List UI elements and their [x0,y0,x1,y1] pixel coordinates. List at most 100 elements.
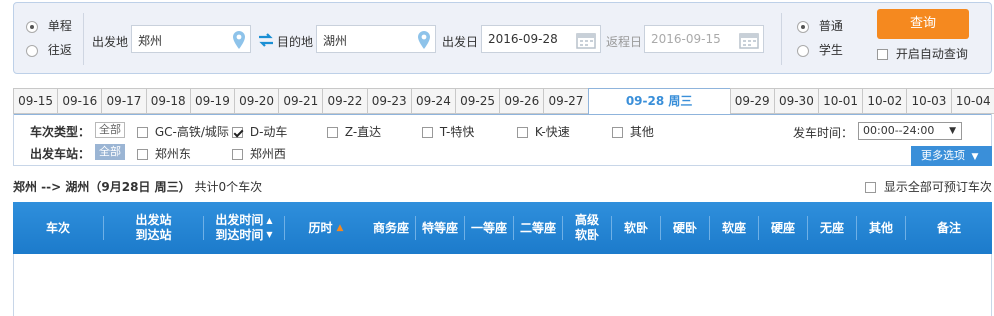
swap-icon[interactable] [258,33,274,47]
one-way-radio-dot[interactable] [26,20,38,33]
gc-checkbox[interactable] [137,127,148,138]
col-business: 商务座 [367,202,415,254]
col-duration-label: 历时 [308,220,333,235]
auto-query-checkbox[interactable] [877,49,888,60]
t-checkbox[interactable] [422,127,433,138]
train-type-gc[interactable]: GC-高铁/城际 [137,123,229,140]
sort-arrows-icon[interactable]: ▲ ▼ [266,214,272,242]
auto-query-option[interactable]: 开启自动查询 [877,45,968,62]
col-train: 车次 [13,202,103,254]
normal-radio-dot[interactable] [797,20,809,33]
show-all-checkbox[interactable] [865,182,876,193]
date-tab[interactable]: 09-27 [543,88,589,114]
col-no-seat-label: 无座 [819,220,844,235]
student-radio-dot[interactable] [797,44,809,57]
show-all-option[interactable]: 显示全部可预订车次 [865,178,992,195]
one-way-radio[interactable]: 单程 [26,17,72,34]
z-checkbox[interactable] [327,127,338,138]
round-trip-label: 往返 [47,43,72,57]
k-checkbox[interactable] [517,127,528,138]
show-all-label: 显示全部可预订车次 [883,180,992,194]
col-other-label: 其他 [868,220,893,235]
train-type-k[interactable]: K-快速 [517,123,570,140]
zhengzhou-west-checkbox[interactable] [232,149,243,160]
d-checkbox[interactable] [232,127,243,138]
calendar-icon[interactable] [576,31,596,49]
date-tab[interactable]: 09-19 [189,88,235,114]
train-type-other[interactable]: 其他 [612,123,654,140]
train-type-z[interactable]: Z-直达 [327,123,381,140]
col-soft-sleeper-hi: 高级 软卧 [563,202,611,254]
return-date-value: 2016-09-15 [651,32,721,46]
to-label: 目的地 [277,35,314,49]
col-first-label: 一等座 [470,220,507,235]
query-button[interactable]: 查询 [877,9,969,39]
k-label: K-快速 [534,125,570,139]
zhengzhou-east-label: 郑州东 [154,147,191,161]
date-tab[interactable]: 09-20 [234,88,280,114]
from-field[interactable]: 郑州 [131,25,251,53]
col-station: 出发站 到达站 [104,202,203,254]
location-pin-icon [233,31,245,49]
other-checkbox[interactable] [612,127,623,138]
calendar-icon[interactable] [739,31,759,49]
date-tab[interactable]: 10-04 [950,88,994,114]
col-soft-sleeper-label: 软卧 [623,220,648,235]
date-tab[interactable]: 09-21 [278,88,324,114]
date-tab[interactable]: 10-03 [906,88,952,114]
return-date-field[interactable]: 2016-09-15 [644,25,764,53]
train-type-d[interactable]: D-动车 [232,123,287,140]
col-hard-seat: 硬座 [759,202,807,254]
date-tab[interactable]: 09-15 [13,88,59,114]
zhengzhou-east-checkbox[interactable] [137,149,148,160]
col-business-label: 商务座 [372,220,409,235]
col-train-label: 车次 [45,220,70,235]
date-tab[interactable]: 09-16 [57,88,103,114]
date-tab-active[interactable]: 09-28 周三 [587,88,731,115]
sort-up-icon[interactable]: ▲ [337,221,344,236]
divider [83,13,84,65]
date-tab[interactable]: 09-26 [499,88,545,114]
date-tab[interactable]: 09-23 [366,88,412,114]
train-type-t[interactable]: T-特快 [422,123,474,140]
date-tab[interactable]: 09-29 [729,88,775,114]
date-tab[interactable]: 10-01 [818,88,864,114]
location-pin-icon [418,31,430,49]
col-soft-seat: 软座 [710,202,758,254]
col-station-to-label: 到达站 [135,228,172,242]
col-station-from-label: 出发站 [135,213,172,227]
col-soft-seat-label: 软座 [721,220,746,235]
student-passenger-radio[interactable]: 学生 [797,41,843,58]
date-tab[interactable]: 09-22 [322,88,368,114]
round-trip-radio[interactable]: 往返 [26,41,72,58]
depart-time-value: 00:00--24:00 [863,124,935,137]
station-label: 出发车站： [30,147,91,161]
col-hard-seat-label: 硬座 [770,220,795,235]
col-hard-sleeper-label: 硬卧 [672,220,697,235]
to-field[interactable]: 湖州 [316,25,436,53]
station-zhengzhou-east[interactable]: 郑州东 [137,145,191,162]
round-trip-radio-dot[interactable] [26,44,38,57]
date-tab[interactable]: 09-30 [773,88,819,114]
depart-date-field[interactable]: 2016-09-28 [481,25,601,53]
col-arrive-time-label: 到达时间 [215,228,264,242]
station-all-button[interactable]: 全部 [95,144,125,160]
col-soft-sleeper-hi-label-1: 高级 [574,213,599,227]
train-type-all-button[interactable]: 全部 [95,122,125,138]
date-tab[interactable]: 09-24 [410,88,456,114]
t-label: T-特快 [439,125,475,139]
date-tab[interactable]: 09-18 [145,88,191,114]
date-tab[interactable]: 10-02 [862,88,908,114]
more-options-button[interactable]: 更多选项 ▼ [911,146,992,166]
other-label: 其他 [629,125,654,139]
col-no-seat: 无座 [808,202,856,254]
date-tab[interactable]: 09-17 [101,88,147,114]
normal-passenger-radio[interactable]: 普通 [797,17,843,34]
col-remark: 备注 [906,202,992,254]
col-duration[interactable]: 历时 ▲ [285,202,367,254]
station-zhengzhou-west[interactable]: 郑州西 [232,145,286,162]
col-time-labels: 出发时间 到达时间 [215,213,263,243]
col-time[interactable]: 出发时间 到达时间 ▲ ▼ [204,202,284,254]
date-tab[interactable]: 09-25 [455,88,501,114]
depart-time-select[interactable]: 00:00--24:00 ▼ [858,122,962,140]
